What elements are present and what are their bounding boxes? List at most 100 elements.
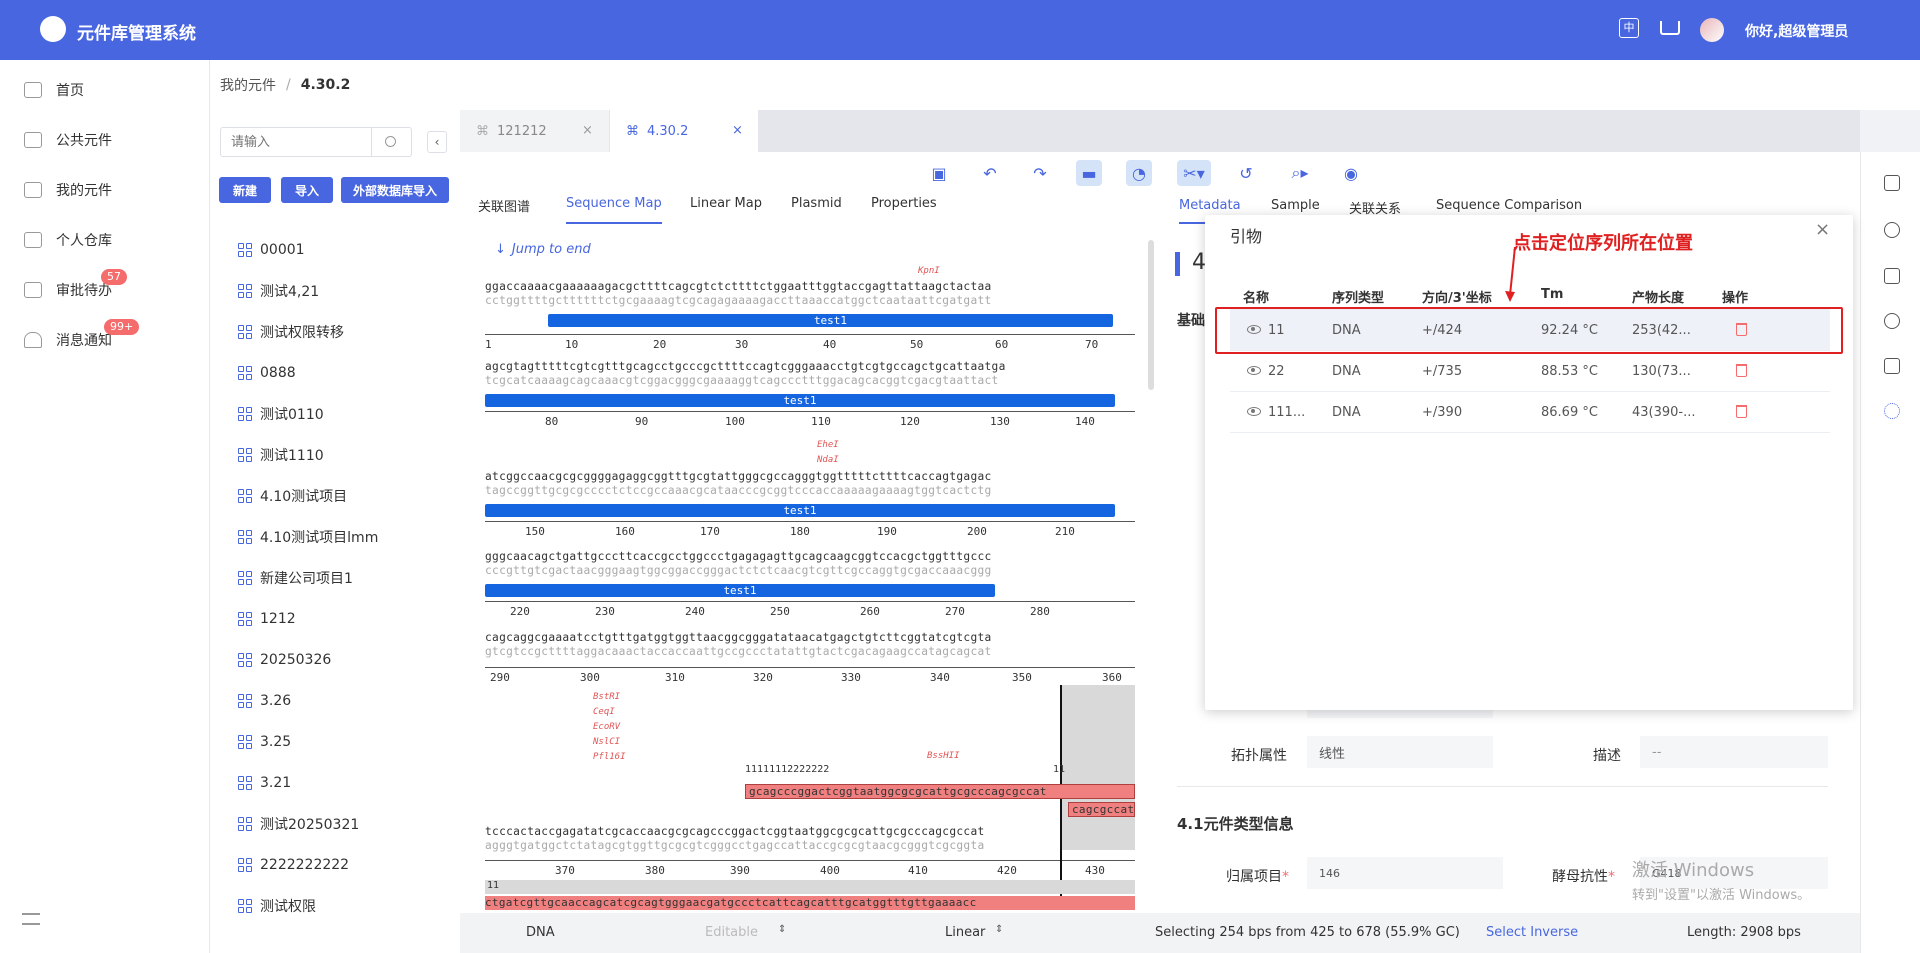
history-icon[interactable]: ↺ bbox=[1233, 160, 1259, 186]
tab-plasmid[interactable]: Plasmid bbox=[791, 196, 842, 224]
jump-to-end-link[interactable]: ↓ Jump to end bbox=[495, 242, 591, 257]
description-value[interactable]: -- bbox=[1640, 736, 1828, 768]
comment-icon[interactable] bbox=[1884, 358, 1900, 374]
enzyme-label[interactable]: Pfl16I bbox=[593, 752, 626, 762]
tree-item[interactable]: 3.25 bbox=[238, 722, 291, 762]
feature-bar[interactable]: test1 bbox=[548, 314, 1113, 327]
sequence-top-strand[interactable]: ggaccaaaacgaaaaaagacgcttttcagcgtctcttttc… bbox=[485, 280, 992, 294]
globe-icon[interactable] bbox=[1884, 222, 1900, 238]
sidebar-item-home[interactable]: 首页 bbox=[0, 70, 209, 110]
list-icon[interactable] bbox=[1884, 175, 1900, 191]
tab-related-graph[interactable]: 关联图谱 bbox=[478, 196, 530, 224]
gear-icon[interactable] bbox=[1884, 403, 1900, 419]
tree-item[interactable]: 测试20250321 bbox=[238, 804, 359, 844]
eye-icon[interactable] bbox=[1247, 366, 1261, 375]
enzyme-label[interactable]: CeqI bbox=[593, 707, 615, 717]
avatar[interactable] bbox=[1700, 18, 1724, 42]
feature-label-icon[interactable]: ▬ bbox=[1076, 160, 1102, 186]
editable-select[interactable]: Editable bbox=[705, 925, 758, 940]
tab-properties[interactable]: Properties bbox=[871, 196, 937, 224]
table-row[interactable]: 22 DNA +/735 88.53 °C 130(73... bbox=[1230, 351, 1830, 392]
sequence-bottom-strand[interactable]: tagccggttgcgcgcccctctccgccaaacgcataacccg… bbox=[485, 484, 992, 498]
undo-icon[interactable]: ↶ bbox=[977, 160, 1003, 186]
tree-item[interactable]: 1212 bbox=[238, 599, 296, 639]
primer-tail-bar[interactable]: cagcgccat bbox=[1068, 802, 1135, 817]
tree-item[interactable]: 0888 bbox=[238, 353, 296, 393]
copy-icon[interactable] bbox=[1884, 268, 1900, 284]
tab-4-30-2[interactable]: ⌘ 4.30.2 × bbox=[610, 110, 758, 152]
sidebar-item-public-parts[interactable]: 公共元件 bbox=[0, 120, 209, 160]
language-icon[interactable]: 中 bbox=[1619, 18, 1639, 38]
tree-item[interactable]: 4.10测试项目 bbox=[238, 476, 347, 516]
collapse-tree-button[interactable]: ‹ bbox=[427, 131, 447, 153]
sequence-top-strand[interactable]: gggcaacagctgattgcccttcaccgcctggccctgagag… bbox=[485, 550, 992, 564]
tab-121212[interactable]: ⌘ 121212 × bbox=[460, 110, 609, 152]
enzyme-label[interactable]: KpnI bbox=[918, 266, 940, 276]
project-value[interactable]: 146 bbox=[1307, 857, 1503, 889]
feature-bar[interactable]: test1 bbox=[485, 394, 1115, 407]
tree-item[interactable]: 3.21 bbox=[238, 763, 291, 803]
clock-icon[interactable] bbox=[1884, 313, 1900, 329]
sequence-bottom-strand[interactable]: cccgttgtcgactaacgggaagtggcggaccgggactctc… bbox=[485, 564, 992, 578]
tree-item[interactable]: 测试1110 bbox=[238, 435, 324, 475]
tab-sequence-map[interactable]: Sequence Map bbox=[566, 196, 662, 224]
sidebar-item-my-parts[interactable]: 我的元件 bbox=[0, 170, 209, 210]
breadcrumb-parent[interactable]: 我的元件 bbox=[220, 75, 276, 95]
sequence-top-strand[interactable]: agcgtagtttttcgtcgtttgcagcctgcccgcttttcca… bbox=[485, 360, 1006, 374]
trash-icon[interactable] bbox=[1736, 364, 1747, 377]
enzyme-label[interactable]: NslCI bbox=[593, 737, 620, 747]
close-icon[interactable]: × bbox=[582, 123, 593, 138]
primer-label[interactable]: 11111112222222 bbox=[745, 764, 829, 775]
user-greeting[interactable]: 你好,超级管理员 bbox=[1745, 21, 1848, 41]
feature-bar[interactable]: test1 bbox=[485, 584, 995, 597]
import-button[interactable]: 导入 bbox=[281, 177, 333, 203]
tree-item[interactable]: 测试权限转移 bbox=[238, 312, 344, 352]
search-icon[interactable]: ⌕▸ bbox=[1283, 160, 1317, 186]
tree-item[interactable]: 20250326 bbox=[238, 640, 331, 680]
sequence-top-strand[interactable]: atcggccaacgcgcggggagaggcggtttgcgtattgggc… bbox=[485, 470, 992, 484]
cart-icon[interactable] bbox=[1660, 21, 1680, 35]
sidebar-item-personal-repo[interactable]: 个人仓库 bbox=[0, 220, 209, 260]
primer-row-label[interactable]: 11 bbox=[485, 880, 1135, 894]
external-import-button[interactable]: 外部数据库导入 bbox=[341, 177, 449, 203]
primer-end-label[interactable]: 11 bbox=[1053, 764, 1065, 775]
collapse-menu-icon[interactable] bbox=[22, 913, 40, 925]
scrollbar[interactable] bbox=[1148, 240, 1154, 390]
tab-linear-map[interactable]: Linear Map bbox=[690, 196, 762, 224]
primer-bar[interactable]: ctgatcgttgcaaccagcatcgcagtgggaacgatgccct… bbox=[485, 896, 1135, 910]
sequence-bottom-strand[interactable]: gtcgtccgcttttaggacaaactaccaccaattgccgccc… bbox=[485, 645, 992, 659]
topology-select[interactable]: Linear bbox=[945, 925, 985, 940]
tree-search-button[interactable] bbox=[372, 127, 412, 157]
enzyme-label[interactable]: EcoRV bbox=[593, 722, 620, 732]
topology-value[interactable]: 线性 bbox=[1307, 736, 1493, 768]
selection-region[interactable] bbox=[1060, 685, 1135, 850]
tree-item[interactable]: 2222222222 bbox=[238, 845, 349, 885]
sequence-bottom-strand[interactable]: agggtgatggctctatagcgtggttgcgcgtcgggcctga… bbox=[485, 839, 985, 853]
tree-item[interactable]: 测试权限 bbox=[238, 886, 316, 926]
tree-item[interactable]: 00001 bbox=[238, 230, 305, 270]
primer-bar[interactable]: gcagcccggactcggtaatggcgcgcattgcgcccagcgc… bbox=[745, 784, 1135, 799]
tree-item[interactable]: 测试4,21 bbox=[238, 271, 319, 311]
enzyme-label[interactable]: BssHII bbox=[927, 751, 960, 761]
table-row[interactable]: 111... DNA +/390 86.69 °C 43(390-... bbox=[1230, 392, 1830, 433]
save-icon[interactable]: ▣ bbox=[926, 160, 952, 186]
trash-icon[interactable] bbox=[1736, 405, 1747, 418]
enzyme-label[interactable]: NdaI bbox=[817, 455, 839, 465]
sequence-type[interactable]: DNA bbox=[526, 925, 555, 940]
tree-item[interactable]: 新建公司项目1 bbox=[238, 558, 353, 598]
sequence-top-strand[interactable]: cagcaggcgaaaatcctgtttgatggtggttaacggcggg… bbox=[485, 631, 992, 645]
enzyme-label[interactable]: BstRI bbox=[593, 692, 620, 702]
tree-item[interactable]: 4.10测试项目lmm bbox=[238, 517, 378, 557]
eye-icon[interactable] bbox=[1247, 407, 1261, 416]
sequence-bottom-strand[interactable]: tcgcatcaaaagcagcaaacgtcggacgggcgaaaaggtc… bbox=[485, 374, 999, 388]
tree-item[interactable]: 测试0110 bbox=[238, 394, 324, 434]
sequence-bottom-strand[interactable]: cctggttttgcttttttctgcgaaaagtcgcagagaaaag… bbox=[485, 294, 992, 308]
close-icon[interactable]: × bbox=[1815, 219, 1830, 240]
close-icon[interactable]: × bbox=[732, 123, 743, 138]
new-button[interactable]: 新建 bbox=[219, 177, 271, 203]
cut-sites-icon[interactable]: ✂▾ bbox=[1177, 160, 1211, 186]
feature-bar[interactable]: test1 bbox=[485, 504, 1115, 517]
tree-search-input[interactable] bbox=[220, 127, 372, 157]
enzyme-label[interactable]: EheI bbox=[817, 440, 839, 450]
redo-icon[interactable]: ↷ bbox=[1027, 160, 1053, 186]
